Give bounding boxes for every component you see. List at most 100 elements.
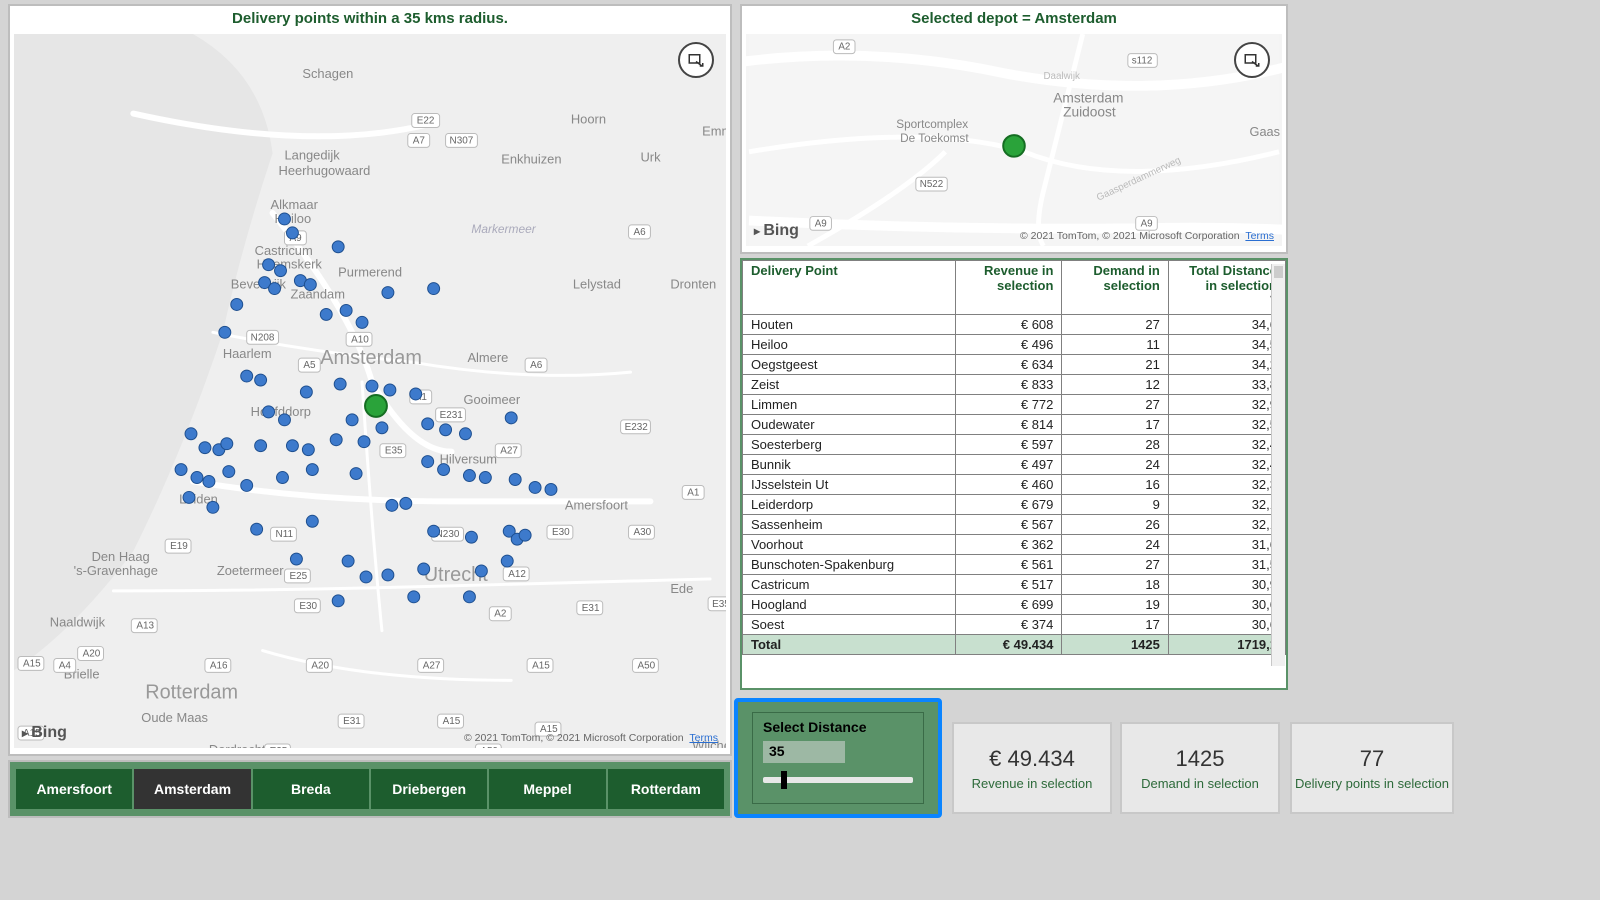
terms-link[interactable]: Terms: [1245, 230, 1274, 242]
detail-map-svg[interactable]: A2 s112 N522 A9 A9 Amsterdam Zuidoost Sp…: [746, 34, 1282, 246]
detail-map-title: Selected depot = Amsterdam: [742, 6, 1286, 31]
detail-map-panel: Selected depot = Amsterdam A2 s112 N522 …: [740, 4, 1288, 254]
table-row[interactable]: Leiderdorp€ 679932,1: [743, 495, 1286, 515]
svg-text:Dordrecht: Dordrecht: [209, 742, 266, 748]
svg-text:E35: E35: [712, 599, 726, 610]
kpi-demand-label: Demand in selection: [1141, 776, 1259, 791]
table-row[interactable]: Zeist€ 8331233,8: [743, 375, 1286, 395]
svg-text:'s-Gravenhage: 's-Gravenhage: [74, 563, 158, 578]
table-row[interactable]: Hoogland€ 6991930,6: [743, 595, 1286, 615]
svg-text:Alkmaar: Alkmaar: [271, 197, 319, 212]
svg-text:Langedijk: Langedijk: [284, 147, 340, 162]
kpi-points-label: Delivery points in selection: [1295, 776, 1449, 791]
th-delivery-point[interactable]: Delivery Point: [743, 261, 956, 315]
svg-text:A5: A5: [303, 360, 316, 371]
map-attribution: © 2021 TomTom, © 2021 Microsoft Corporat…: [464, 732, 718, 744]
depot-button-breda[interactable]: Breda: [253, 769, 369, 809]
svg-text:E22: E22: [417, 116, 435, 127]
svg-text:Gaas: Gaas: [1250, 124, 1280, 139]
delivery-table[interactable]: Delivery Point Revenue in selection Dema…: [742, 260, 1286, 655]
distance-slicer[interactable]: Select Distance 35: [734, 698, 942, 818]
detail-map-canvas[interactable]: A2 s112 N522 A9 A9 Amsterdam Zuidoost Sp…: [746, 34, 1282, 246]
svg-text:Urk: Urk: [640, 149, 661, 164]
svg-text:Sportcomplex: Sportcomplex: [896, 118, 968, 131]
svg-text:E31: E31: [582, 603, 600, 614]
slider-thumb[interactable]: [781, 771, 787, 789]
svg-text:Schagen: Schagen: [302, 66, 353, 81]
svg-text:Haarlem: Haarlem: [223, 346, 272, 361]
bing-logo: Bing: [754, 222, 799, 240]
table-row[interactable]: Heiloo€ 4961134,5: [743, 335, 1286, 355]
terms-link[interactable]: Terms: [689, 732, 718, 744]
main-map-svg[interactable]: Schagen Enkhuizen Langedijk Heerhugowaar…: [14, 34, 726, 748]
svg-text:A20: A20: [311, 660, 329, 671]
svg-text:Emmelo: Emmelo: [702, 123, 726, 138]
svg-text:Almere: Almere: [467, 350, 508, 365]
kpi-revenue-value: € 49.434: [989, 746, 1075, 772]
table-row[interactable]: Oegstgeest€ 6342134,2: [743, 355, 1286, 375]
svg-text:N307: N307: [450, 135, 474, 146]
focus-mode-icon[interactable]: [678, 42, 714, 78]
svg-text:Zuidoost: Zuidoost: [1063, 104, 1116, 119]
table-row[interactable]: Voorhout€ 3622431,6: [743, 535, 1286, 555]
depot-button-rotterdam[interactable]: Rotterdam: [608, 769, 724, 809]
svg-text:Gooimeer: Gooimeer: [463, 392, 520, 407]
table-row[interactable]: IJsselstein Ut€ 4601632,3: [743, 475, 1286, 495]
table-row[interactable]: Bunschoten-Spakenburg€ 5612731,5: [743, 555, 1286, 575]
svg-text:Amsterdam: Amsterdam: [320, 347, 422, 369]
table-row[interactable]: Castricum€ 5171830,9: [743, 575, 1286, 595]
main-map-canvas[interactable]: Schagen Enkhuizen Langedijk Heerhugowaar…: [14, 34, 726, 748]
depot-button-amsterdam[interactable]: Amsterdam: [134, 769, 250, 809]
svg-text:A15: A15: [532, 660, 550, 671]
table-row[interactable]: Oudewater€ 8141732,5: [743, 415, 1286, 435]
svg-text:N208: N208: [251, 332, 275, 343]
svg-text:E231: E231: [440, 410, 464, 421]
svg-text:A10: A10: [351, 334, 369, 345]
svg-text:Rotterdam: Rotterdam: [145, 681, 238, 703]
svg-text:Markermeer: Markermeer: [471, 222, 536, 236]
svg-text:De Toekomst: De Toekomst: [900, 132, 969, 145]
sort-desc-icon: ▼: [1177, 293, 1277, 303]
svg-text:Den Haag: Den Haag: [92, 549, 150, 564]
svg-text:Zoetermeer: Zoetermeer: [217, 563, 284, 578]
svg-text:N11: N11: [276, 529, 294, 540]
table-row[interactable]: Sassenheim€ 5672632,1: [743, 515, 1286, 535]
th-demand[interactable]: Demand in selection: [1062, 261, 1168, 315]
svg-text:Hilversum: Hilversum: [440, 452, 497, 467]
table-row[interactable]: Limmen€ 7722732,9: [743, 395, 1286, 415]
map-attribution: © 2021 TomTom, © 2021 Microsoft Corporat…: [1020, 230, 1274, 242]
focus-mode-icon[interactable]: [1234, 42, 1270, 78]
svg-text:E30: E30: [299, 601, 317, 612]
svg-text:A27: A27: [423, 660, 441, 671]
depot-button-driebergen[interactable]: Driebergen: [371, 769, 487, 809]
kpi-revenue: € 49.434 Revenue in selection: [952, 722, 1112, 814]
table-row[interactable]: Bunnik€ 4972432,4: [743, 455, 1286, 475]
distance-slider[interactable]: [763, 777, 913, 783]
scrollbar[interactable]: [1271, 264, 1285, 666]
th-revenue[interactable]: Revenue in selection: [955, 261, 1061, 315]
svg-text:Amersfoort: Amersfoort: [565, 497, 629, 512]
svg-text:A16: A16: [210, 660, 228, 671]
main-map-panel: Delivery points within a 35 kms radius. …: [8, 4, 732, 756]
th-distance[interactable]: Total Distance in selection▼: [1168, 261, 1285, 315]
depot-button-meppel[interactable]: Meppel: [489, 769, 605, 809]
table-row[interactable]: Houten€ 6082734,6: [743, 315, 1286, 335]
table-row[interactable]: Soesterberg€ 5972832,4: [743, 435, 1286, 455]
svg-text:E25: E25: [270, 746, 288, 748]
svg-text:Hoorn: Hoorn: [571, 112, 606, 127]
svg-text:A20: A20: [83, 649, 101, 660]
svg-text:Heerhugowaard: Heerhugowaard: [279, 163, 371, 178]
svg-text:Oude Maas: Oude Maas: [141, 710, 208, 725]
svg-text:A9: A9: [815, 218, 827, 229]
svg-text:E30: E30: [552, 527, 570, 538]
svg-text:A2: A2: [494, 609, 507, 620]
svg-text:A15: A15: [443, 716, 461, 727]
depot-button-amersfoort[interactable]: Amersfoort: [16, 769, 132, 809]
table-row[interactable]: Soest€ 3741730,6: [743, 615, 1286, 635]
svg-text:A1: A1: [687, 487, 700, 498]
svg-text:A6: A6: [530, 360, 543, 371]
kpi-revenue-label: Revenue in selection: [972, 776, 1093, 791]
distance-value-input[interactable]: 35: [763, 741, 845, 763]
svg-text:s112: s112: [1132, 55, 1153, 66]
svg-text:Purmerend: Purmerend: [338, 265, 402, 280]
